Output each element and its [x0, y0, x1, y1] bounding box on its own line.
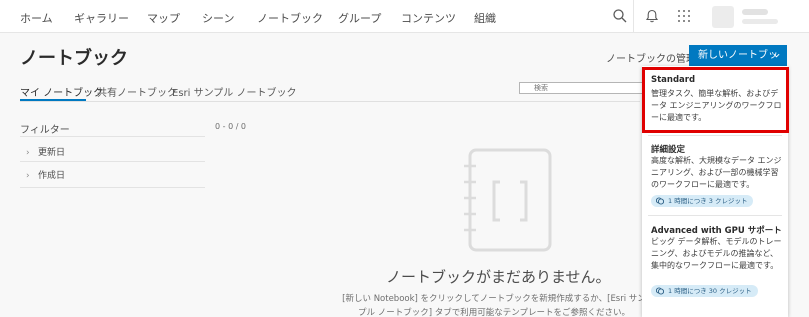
empty-state-title: ノートブックがまだありません。	[386, 268, 611, 286]
manage-notebooks-link[interactable]: ノートブックの管理	[606, 50, 696, 65]
filter-created-label: 作成日	[38, 171, 66, 181]
new-notebook-button[interactable]: 新しいノートブック	[689, 45, 787, 82]
empty-desc-line-2: プル ノートブック] タブで利用可能なテンプレートをご参照ください。	[358, 308, 630, 317]
nav-divider	[633, 0, 634, 33]
option-gpu-credit-badge: 1 時間につき 30 クレジット	[651, 285, 758, 297]
search-icon[interactable]	[612, 8, 628, 24]
result-count: 0 - 0 / 0	[215, 122, 247, 131]
nav-gallery[interactable]: ギャラリー	[74, 10, 129, 26]
bell-icon[interactable]	[644, 8, 660, 24]
option-gpu-desc: ビッグ データ解析、モデルのトレーニング、およびモデルの推論など、集中的なワーク…	[651, 237, 782, 270]
filter-divider	[20, 136, 205, 137]
chevron-right-icon: ›	[26, 171, 30, 181]
filter-modified-label: 更新日	[38, 148, 66, 158]
nav-scene[interactable]: シーン	[202, 10, 234, 26]
filter-title: フィルター	[20, 125, 70, 136]
option-advanced-title: 詳細設定	[651, 145, 686, 155]
option-gpu-credit-label: 1 時間につき 30 クレジット	[668, 287, 752, 295]
user-avatar[interactable]	[712, 6, 782, 28]
option-advanced-credit-label: 1 時間につき 3 クレジット	[668, 197, 748, 205]
filter-modified-date[interactable]: › 更新日	[26, 145, 65, 158]
option-advanced-gpu[interactable]: Advanced with GPU サポート ビッグ データ解析、モデルのトレー…	[642, 218, 788, 314]
empty-desc-line-1: [新しい Notebook] をクリックしてノートブックを新規作成するか、[Es…	[342, 294, 646, 304]
active-tab-indicator	[20, 99, 86, 101]
empty-notebook-icon	[464, 148, 552, 252]
nav-home[interactable]: ホーム	[20, 10, 53, 26]
option-divider	[648, 135, 782, 136]
apps-grid-icon[interactable]	[676, 8, 692, 24]
option-advanced-credit-badge: 1 時間につき 3 クレジット	[651, 195, 754, 207]
option-gpu-title: Advanced with GPU サポート	[651, 226, 782, 236]
nav-content[interactable]: コンテンツ	[401, 10, 456, 26]
nav-notebook[interactable]: ノートブック	[257, 10, 323, 26]
tab-my-notebooks[interactable]: マイ ノートブック	[20, 84, 103, 99]
credit-coin-icon	[656, 197, 664, 205]
chevron-right-icon: ›	[26, 148, 30, 158]
tabs-divider	[20, 101, 640, 102]
nav-organization[interactable]: 組織	[474, 10, 496, 26]
option-advanced[interactable]: 詳細設定 高度な解析、大規模なデータ エンジニアリング、および一部の機械学習のワ…	[642, 138, 788, 212]
chevron-down-icon	[773, 53, 780, 58]
top-navigation: ホーム ギャラリー マップ シーン ノートブック グループ コンテンツ 組織	[0, 0, 809, 33]
tab-shared-notebooks[interactable]: 共有ノートブック	[97, 84, 177, 99]
filter-divider	[20, 187, 205, 188]
search-input[interactable]	[519, 82, 643, 94]
option-advanced-desc: 高度な解析、大規模なデータ エンジニアリング、および一部の機械学習のワークフロー…	[651, 156, 782, 189]
tab-esri-sample-notebooks[interactable]: Esri サンプル ノートブック	[172, 84, 296, 99]
filter-divider	[20, 161, 205, 162]
credit-coin-icon	[656, 287, 664, 295]
empty-state-description: [新しい Notebook] をクリックしてノートブックを新規作成するか、[Es…	[338, 292, 650, 317]
filter-created-date[interactable]: › 作成日	[26, 168, 65, 181]
nav-groups[interactable]: グループ	[338, 10, 381, 26]
page-title: ノートブック	[20, 48, 128, 69]
nav-map[interactable]: マップ	[147, 10, 180, 26]
standard-option-highlight	[642, 67, 789, 133]
option-divider	[648, 215, 782, 216]
